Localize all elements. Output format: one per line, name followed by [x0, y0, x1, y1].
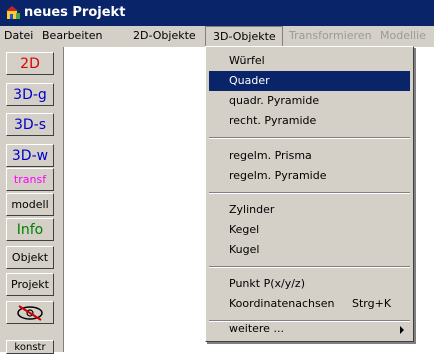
- menu-item-punkt[interactable]: Punkt P(x/y/z): [209, 274, 410, 294]
- tool-transf-button[interactable]: transf: [6, 168, 54, 191]
- window-title: neues Projekt: [24, 5, 126, 20]
- menu-bearbeiten[interactable]: Bearbeiten: [42, 26, 102, 46]
- menu-item-zylinder[interactable]: Zylinder: [209, 200, 410, 220]
- menu-datei[interactable]: Datei: [4, 26, 33, 46]
- menu-item-quadr-pyramide[interactable]: quadr. Pyramide: [209, 91, 410, 111]
- submenu-arrow-icon: [400, 326, 404, 334]
- tool-3d-s-button[interactable]: 3D-s: [6, 113, 54, 136]
- eye-target-icon: [17, 304, 43, 321]
- tool-3d-w-button[interactable]: 3D-w: [6, 144, 54, 167]
- menu-3d-objekte[interactable]: 3D-Objekte: [205, 26, 283, 46]
- dropdown-3d-objekte: Würfel Quader quadr. Pyramide recht. Pyr…: [205, 46, 414, 342]
- menu-item-label: weitere ...: [229, 322, 284, 335]
- app-icon: [6, 6, 20, 19]
- shortcut-label: Strg+K: [352, 297, 392, 310]
- menu-bar: Datei Bearbeiten 2D-Objekte 3D-Objekte T…: [0, 26, 434, 46]
- tool-modell-button[interactable]: modell: [6, 193, 54, 216]
- menu-transformieren[interactable]: Transformieren: [289, 26, 372, 46]
- title-bar: neues Projekt: [0, 0, 434, 26]
- menu-item-kugel[interactable]: Kugel: [209, 240, 410, 260]
- tool-objekt-button[interactable]: Objekt: [6, 246, 54, 269]
- menu-item-regelm-prisma[interactable]: regelm. Prisma: [209, 146, 410, 166]
- menu-2d-objekte[interactable]: 2D-Objekte: [133, 26, 196, 46]
- tool-view-button[interactable]: [6, 301, 54, 324]
- tool-projekt-button[interactable]: Projekt: [6, 273, 54, 296]
- menu-separator: [209, 192, 410, 194]
- tool-2d-button[interactable]: 2D: [6, 52, 54, 75]
- menu-item-recht-pyramide[interactable]: recht. Pyramide: [209, 111, 410, 131]
- menu-item-weitere[interactable]: weitere ...: [209, 319, 410, 339]
- menu-modellieren[interactable]: Modellie: [380, 26, 426, 46]
- menu-item-regelm-pyramide[interactable]: regelm. Pyramide: [209, 166, 410, 186]
- menu-item-koordinatenachsen[interactable]: Koordinatenachsen Strg+K: [209, 294, 410, 314]
- menu-separator: [209, 266, 410, 268]
- tool-info-button[interactable]: Info: [6, 218, 54, 241]
- menu-item-kegel[interactable]: Kegel: [209, 220, 410, 240]
- menu-item-wuerfel[interactable]: Würfel: [209, 51, 410, 71]
- menu-item-quader[interactable]: Quader: [209, 71, 410, 91]
- menu-separator: [209, 137, 410, 139]
- menu-item-label: Koordinatenachsen: [229, 297, 335, 310]
- tool-3d-g-button[interactable]: 3D-g: [6, 83, 54, 106]
